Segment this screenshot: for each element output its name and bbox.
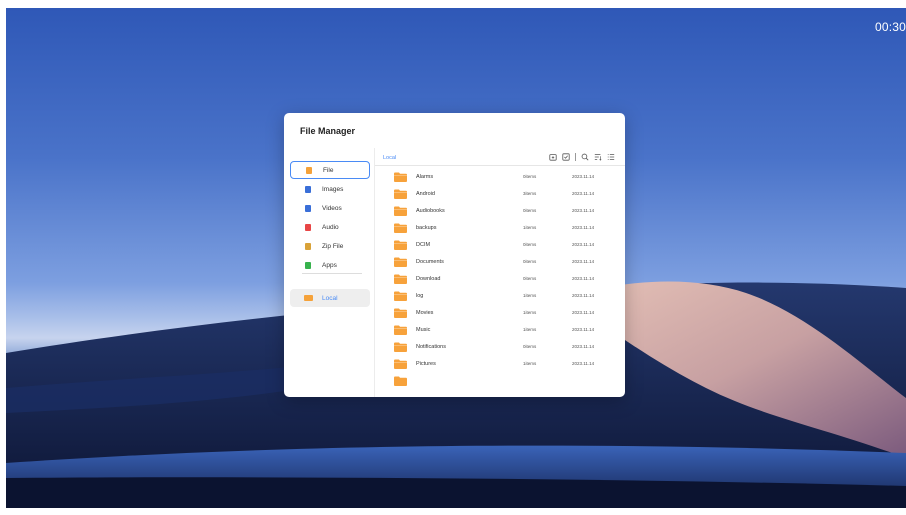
sidebar-item-label: File	[323, 166, 334, 174]
sidebar-item-label: Videos	[322, 204, 342, 212]
folder-icon	[394, 189, 407, 199]
modified-date: 2023.11.14	[572, 276, 595, 281]
list-item[interactable]: Movies 1items 2023.11.14	[375, 304, 625, 321]
modified-date: 2023.11.14	[572, 327, 595, 332]
file-name: Pictures	[416, 360, 436, 367]
new-folder-icon[interactable]	[549, 153, 557, 161]
folder-icon	[394, 274, 407, 284]
folder-icon	[394, 376, 407, 386]
folder-icon	[394, 240, 407, 250]
item-count: 0items	[523, 174, 537, 179]
modified-date: 2023.11.14	[572, 174, 595, 179]
audio-icon	[305, 223, 311, 231]
folder-icon	[394, 206, 407, 216]
folder-icon	[394, 342, 407, 352]
folder-icon	[394, 359, 407, 369]
sidebar-item-label: Audio	[322, 223, 339, 231]
modified-date: 2023.11.14	[572, 242, 595, 247]
file-list: Alarms 0items 2023.11.14 Android 3items 2023.…	[375, 168, 625, 397]
sidebar-item-apps[interactable]: Apps	[290, 256, 370, 274]
modified-date: 2023.11.14	[572, 208, 595, 213]
file-name: log	[416, 292, 424, 299]
list-item[interactable]: Music 1items 2023.11.14	[375, 321, 625, 338]
list-view-icon[interactable]	[607, 153, 615, 161]
search-icon[interactable]	[581, 153, 589, 161]
sidebar-item-audio[interactable]: Audio	[290, 218, 370, 236]
status-clock: 00:30	[874, 20, 906, 34]
list-item[interactable]: Pictures 1items 2023.11.14	[375, 355, 625, 372]
modified-date: 2023.11.14	[572, 361, 595, 366]
item-count: 1items	[523, 310, 537, 315]
sidebar-item-label: Apps	[322, 261, 337, 269]
sidebar-item-zip-file[interactable]: Zip File	[290, 237, 370, 255]
list-item[interactable]: Audiobooks 0items 2023.11.14	[375, 202, 625, 219]
file-manager-window: File Manager File Images Videos Audio Zi…	[284, 113, 625, 397]
sort-icon[interactable]	[594, 153, 602, 161]
file-name: Download	[416, 275, 441, 282]
modified-date: 2023.11.14	[572, 259, 595, 264]
android-icon	[305, 261, 311, 269]
folder-icon	[394, 172, 407, 182]
sidebar-item-label: Local	[322, 294, 338, 302]
list-item[interactable]: Download 0items 2023.11.14	[375, 270, 625, 287]
sidebar-item-label: Zip File	[322, 242, 344, 250]
list-item[interactable]: log 1items 2023.11.14	[375, 287, 625, 304]
list-item[interactable]: Notifications 0items 2023.11.14	[375, 338, 625, 355]
folder-icon	[394, 291, 407, 301]
file-name: Movies	[416, 309, 434, 316]
file-name: Notifications	[416, 343, 446, 350]
modified-date: 2023.11.14	[572, 293, 595, 298]
folder-icon	[394, 257, 407, 267]
sidebar: File Images Videos Audio Zip File Apps L…	[284, 148, 375, 397]
item-count: 0items	[523, 276, 537, 281]
list-item[interactable]: Documents 0items 2023.11.14	[375, 253, 625, 270]
file-name: backups	[416, 224, 437, 231]
item-count: 1items	[523, 361, 537, 366]
document-icon	[306, 166, 312, 174]
sidebar-item-videos[interactable]: Videos	[290, 199, 370, 217]
list-item[interactable]: DCIM 0items 2023.11.14	[375, 236, 625, 253]
folder-icon	[394, 325, 407, 335]
breadcrumb[interactable]: Local	[383, 155, 396, 161]
toolbar-separator	[575, 153, 576, 161]
item-count: 1items	[523, 225, 537, 230]
image-icon	[305, 185, 311, 193]
modified-date: 2023.11.14	[572, 344, 595, 349]
file-name: Documents	[416, 258, 444, 265]
item-count: 0items	[523, 208, 537, 213]
sidebar-item-local[interactable]: Local	[290, 289, 370, 307]
item-count: 1items	[523, 293, 537, 298]
list-item[interactable]	[375, 372, 625, 389]
modified-date: 2023.11.14	[572, 225, 595, 230]
file-name: Android	[416, 190, 435, 197]
sidebar-item-images[interactable]: Images	[290, 180, 370, 198]
video-icon	[305, 204, 311, 212]
file-name: Alarms	[416, 173, 434, 180]
toolbar	[549, 153, 615, 161]
folder-icon	[394, 223, 407, 233]
file-name: Music	[416, 326, 431, 333]
folder-icon	[304, 295, 313, 301]
file-name: Audiobooks	[416, 207, 445, 214]
sidebar-divider	[302, 273, 362, 274]
item-count: 1items	[523, 327, 537, 332]
sidebar-item-label: Images	[322, 185, 344, 193]
item-count: 3items	[523, 191, 537, 196]
list-item[interactable]: backups 1items 2023.11.14	[375, 219, 625, 236]
header-divider	[375, 165, 625, 166]
file-name: DCIM	[416, 241, 431, 248]
modified-date: 2023.11.14	[572, 191, 595, 196]
zip-icon	[305, 242, 311, 250]
sidebar-item-file[interactable]: File	[290, 161, 370, 179]
item-count: 0items	[523, 344, 537, 349]
window-title: File Manager	[300, 126, 356, 136]
list-item[interactable]: Android 3items 2023.11.14	[375, 185, 625, 202]
select-icon[interactable]	[562, 153, 570, 161]
file-browser: Local Alarms 0items 2023.11.14 Android 3…	[375, 148, 625, 397]
modified-date: 2023.11.14	[572, 310, 595, 315]
item-count: 0items	[523, 259, 537, 264]
item-count: 0items	[523, 242, 537, 247]
folder-icon	[394, 308, 407, 318]
list-item[interactable]: Alarms 0items 2023.11.14	[375, 168, 625, 185]
